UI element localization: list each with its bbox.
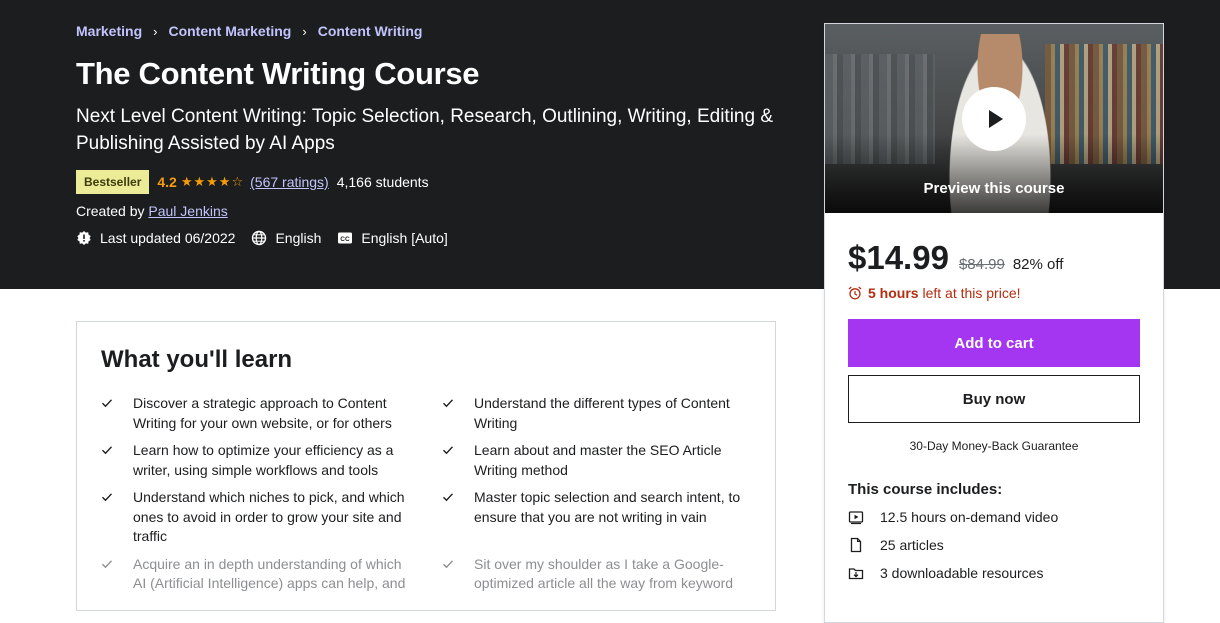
page-title: The Content Writing Course (76, 56, 480, 91)
what-youll-learn: What you'll learn Discover a strategic a… (76, 321, 776, 611)
learn-title: What you'll learn (101, 346, 293, 373)
learn-item: Master topic selection and search intent… (442, 488, 751, 547)
includes-item: 3 downloadable resources (848, 564, 1140, 582)
captions-text: English [Auto] (361, 230, 448, 246)
chevron-right-icon: › (302, 23, 307, 39)
check-icon (101, 395, 117, 433)
timer-hours: 5 hours (868, 285, 919, 301)
captions: CC English [Auto] (337, 230, 448, 246)
learn-item-text: Master topic selection and search intent… (474, 489, 741, 525)
learn-item: Learn how to optimize your efficiency as… (101, 441, 410, 480)
language: English (251, 230, 321, 246)
includes-text: 25 articles (880, 537, 944, 553)
breadcrumb: Marketing › Content Marketing › Content … (76, 23, 422, 39)
money-back-guarantee: 30-Day Money-Back Guarantee (909, 439, 1079, 453)
add-to-cart-button[interactable]: Add to cart (848, 319, 1140, 367)
play-button[interactable] (962, 87, 1026, 151)
discount-percent: 82% off (1012, 256, 1064, 273)
preview-label: Preview this course (923, 180, 1065, 197)
check-icon (442, 395, 458, 433)
download-icon (848, 568, 864, 580)
breadcrumb-content-writing[interactable]: Content Writing (318, 23, 423, 39)
play-icon (989, 110, 1003, 128)
check-icon (442, 442, 458, 480)
last-updated-text: Last updated 06/2022 (100, 230, 236, 246)
bestseller-badge: Bestseller (76, 170, 150, 194)
course-subtitle: Next Level Content Writing: Topic Select… (76, 106, 774, 154)
learn-item: Understand which niches to pick, and whi… (101, 488, 410, 547)
last-updated: Last updated 06/2022 (76, 230, 235, 246)
includes-item: 25 articles (848, 536, 1140, 554)
sale-timer: 5 hours left at this price! (848, 285, 1140, 301)
rating-row: Bestseller 4.2 ★★★★☆ (567 ratings) 4,166… (76, 170, 429, 194)
learn-list: Discover a strategic approach to Content… (101, 394, 751, 602)
learn-item: Learn about and master the SEO Article W… (442, 441, 751, 480)
current-price: $14.99 (848, 239, 949, 276)
closed-captions-icon: CC (338, 232, 353, 244)
rating-value: 4.2 (157, 174, 177, 190)
breadcrumb-marketing[interactable]: Marketing (76, 23, 142, 39)
created-by-label: Created by (76, 203, 145, 219)
students-count: 4,166 students (336, 174, 429, 190)
learn-item-text: Understand the different types of Conten… (474, 395, 730, 431)
learn-item-text: Acquire an in depth understanding of whi… (133, 555, 406, 592)
course-meta: Last updated 06/2022 English CC English … (76, 230, 464, 246)
created-by: Created by Paul Jenkins (76, 203, 228, 219)
learn-item-text: Understand which niches to pick, and whi… (133, 489, 405, 544)
video-icon (848, 511, 864, 525)
file-icon (850, 537, 862, 553)
learn-item: Sit over my shoulder as I take a Google-… (442, 555, 751, 594)
sidebar-body: $14.99 $84.99 82% off 5 hours left at th… (825, 239, 1163, 582)
star-rating-icon: ★★★★☆ (180, 174, 245, 189)
check-icon (442, 489, 458, 547)
alert-badge-icon (77, 231, 91, 245)
language-text: English (275, 230, 322, 246)
chevron-right-icon: › (153, 23, 158, 39)
includes-text: 12.5 hours on-demand video (880, 509, 1059, 525)
ratings-count-link[interactable]: (567 ratings) (250, 174, 329, 190)
globe-icon (252, 230, 267, 246)
check-icon (101, 442, 117, 480)
buy-now-button[interactable]: Buy now (848, 375, 1140, 423)
course-preview[interactable]: Preview this course (825, 24, 1163, 213)
purchase-sidebar: Preview this course $14.99 $84.99 82% of… (824, 23, 1164, 623)
learn-item-text: Sit over my shoulder as I take a Google-… (474, 555, 734, 592)
check-icon (101, 556, 117, 594)
includes-text: 3 downloadable resources (880, 565, 1044, 581)
learn-item: Understand the different types of Conten… (442, 394, 751, 433)
includes-item: 12.5 hours on-demand video (848, 508, 1140, 526)
timer-text: left at this price! (918, 285, 1021, 301)
original-price: $84.99 (958, 256, 1005, 273)
learn-item-text: Discover a strategic approach to Content… (133, 395, 392, 431)
price-row: $14.99 $84.99 82% off (848, 239, 1140, 277)
author-link[interactable]: Paul Jenkins (148, 203, 227, 219)
breadcrumb-content-marketing[interactable]: Content Marketing (168, 23, 291, 39)
learn-item-text: Learn about and master the SEO Article W… (474, 442, 722, 478)
learn-item: Discover a strategic approach to Content… (101, 394, 410, 433)
includes-title: This course includes: (848, 481, 1003, 498)
svg-text:CC: CC (341, 236, 351, 243)
learn-item: Acquire an in depth understanding of whi… (101, 555, 410, 594)
check-icon (101, 489, 117, 547)
alarm-clock-icon (848, 286, 862, 300)
learn-item-text: Learn how to optimize your efficiency as… (133, 442, 394, 478)
check-icon (442, 556, 458, 594)
